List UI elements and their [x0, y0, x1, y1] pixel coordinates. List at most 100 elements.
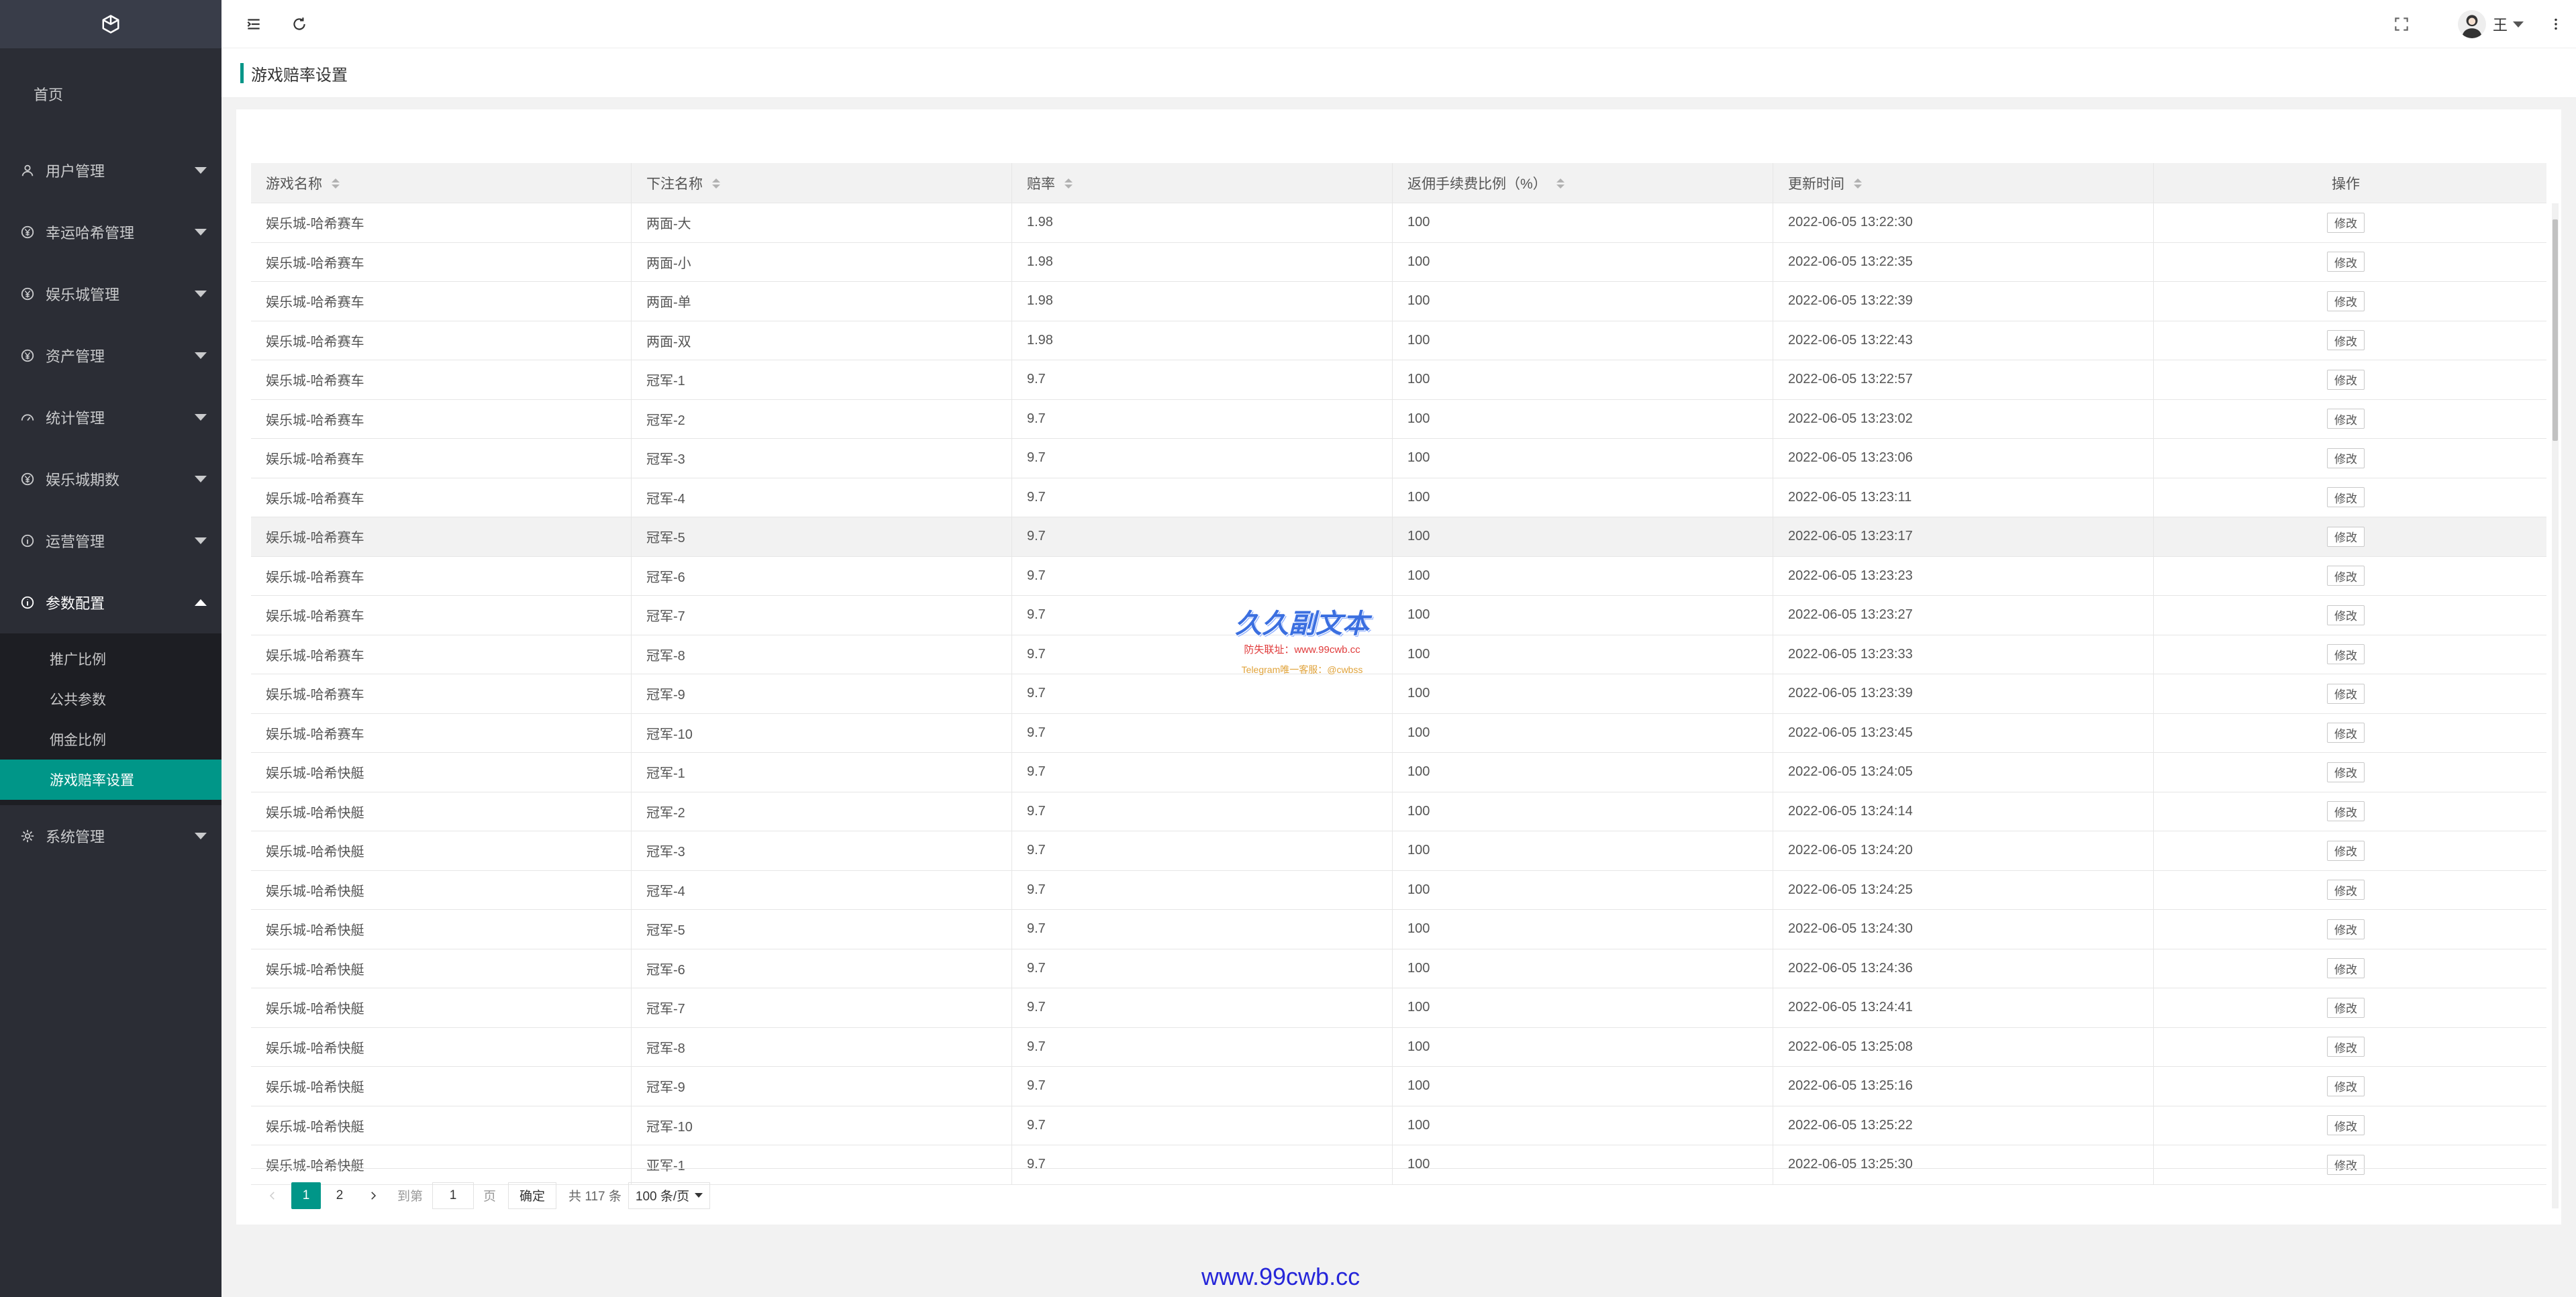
edit-button[interactable]: 修改 [2327, 369, 2365, 390]
edit-button[interactable]: 修改 [2327, 605, 2365, 625]
table-cell: 9.7 [1012, 439, 1393, 478]
sidebar-item-4[interactable]: 统计管理 [0, 386, 221, 448]
more-button[interactable] [2536, 0, 2576, 48]
sidebar-item-home[interactable]: 首页 [0, 48, 221, 140]
sort-icon[interactable] [1556, 178, 1565, 189]
prev-page-button[interactable] [258, 1182, 287, 1209]
sidebar-item-2[interactable]: 娱乐城管理 [0, 263, 221, 325]
column-header-2[interactable]: 赔率 [1012, 163, 1393, 203]
sidebar-item-label: 参数配置 [46, 595, 105, 612]
sort-icon[interactable] [1854, 178, 1862, 189]
refresh-button[interactable] [279, 0, 319, 48]
table-cell: 2022-06-05 13:24:25 [1773, 870, 2154, 909]
table-cell: 娱乐城-哈希赛车 [251, 556, 632, 595]
table-row: 娱乐城-哈希赛车 冠军-1 9.7 100 2022-06-05 13:22:57 修改 [251, 360, 2546, 400]
edit-button[interactable]: 修改 [2327, 723, 2365, 743]
chevron-down-icon [195, 229, 207, 236]
sidebar-item-5[interactable]: 娱乐城期数 [0, 448, 221, 510]
sort-icon[interactable] [712, 178, 720, 189]
edit-button[interactable]: 修改 [2327, 880, 2365, 900]
table-cell: 2022-06-05 13:23:11 [1773, 478, 2154, 517]
edit-button[interactable]: 修改 [2327, 409, 2365, 429]
table-cell: 娱乐城-哈希赛车 [251, 635, 632, 674]
action-cell: 修改 [2154, 517, 2538, 556]
table-row: 娱乐城-哈希快艇 冠军-8 9.7 100 2022-06-05 13:25:08 修改 [251, 1027, 2546, 1067]
table-body[interactable]: 娱乐城-哈希赛车 两面-大 1.98 100 2022-06-05 13:22:30 修改… [251, 203, 2546, 1208]
submenu-item-0[interactable]: 推广比例 [0, 639, 221, 679]
action-cell: 修改 [2154, 831, 2538, 870]
chevron-right-icon [371, 1191, 377, 1200]
table-cell: 9.7 [1012, 517, 1393, 556]
edit-button[interactable]: 修改 [2327, 566, 2365, 586]
table-cell: 娱乐城-哈希赛车 [251, 399, 632, 438]
sidebar-item-3[interactable]: 资产管理 [0, 325, 221, 386]
table-row: 娱乐城-哈希快艇 冠军-10 9.7 100 2022-06-05 13:25:22 修改 [251, 1106, 2546, 1145]
edit-button[interactable]: 修改 [2327, 958, 2365, 979]
submenu: 推广比例 公共参数 佣金比例 游戏赔率设置 [0, 633, 221, 805]
table-cell: 娱乐城-哈希快艇 [251, 870, 632, 909]
sort-icon[interactable] [1064, 178, 1073, 189]
edit-button[interactable]: 修改 [2327, 252, 2365, 272]
scrollbar-thumb[interactable] [2553, 219, 2558, 441]
page-button-2[interactable]: 2 [325, 1182, 354, 1209]
page-button-1[interactable]: 1 [291, 1182, 321, 1209]
goto-confirm-button[interactable]: 确定 [508, 1182, 557, 1209]
table-cell: 9.7 [1012, 1106, 1393, 1145]
next-page-button[interactable] [358, 1182, 388, 1209]
table-cell: 娱乐城-哈希赛车 [251, 321, 632, 360]
submenu-item-2[interactable]: 佣金比例 [0, 719, 221, 760]
action-cell: 修改 [2154, 635, 2538, 674]
edit-button[interactable]: 修改 [2327, 526, 2365, 547]
action-cell: 修改 [2154, 360, 2538, 399]
edit-button[interactable]: 修改 [2327, 997, 2365, 1018]
page-size-value: 100 条/页 [635, 1190, 690, 1204]
submenu-item-3[interactable]: 游戏赔率设置 [0, 760, 221, 800]
edit-button[interactable]: 修改 [2327, 644, 2365, 665]
column-header-label: 下注名称 [646, 176, 703, 192]
table-cell: 2022-06-05 13:22:39 [1773, 282, 2154, 321]
edit-button[interactable]: 修改 [2327, 801, 2365, 822]
table-cell: 100 [1393, 399, 1773, 438]
table-cell: 娱乐城-哈希赛车 [251, 203, 632, 242]
user-menu[interactable]: 王 [2457, 0, 2524, 48]
edit-button[interactable]: 修改 [2327, 330, 2365, 351]
table-cell: 2022-06-05 13:23:39 [1773, 674, 2154, 713]
edit-button[interactable]: 修改 [2327, 1115, 2365, 1136]
edit-button[interactable]: 修改 [2327, 487, 2365, 508]
sort-icon[interactable] [332, 178, 340, 189]
sidebar-item-0[interactable]: 用户管理 [0, 140, 221, 201]
column-header-3[interactable]: 返佣手续费比例（%） [1393, 163, 1773, 203]
column-header-0[interactable]: 游戏名称 [251, 163, 632, 203]
logo[interactable] [0, 0, 221, 48]
table-scrollbar[interactable] [2552, 203, 2559, 1208]
table-cell: 100 [1393, 753, 1773, 792]
edit-button[interactable]: 修改 [2327, 762, 2365, 782]
edit-button[interactable]: 修改 [2327, 1076, 2365, 1096]
edit-button[interactable]: 修改 [2327, 1037, 2365, 1057]
column-header-1[interactable]: 下注名称 [632, 163, 1012, 203]
sidebar-item-7[interactable]: 参数配置 [0, 572, 221, 633]
table-cell: 100 [1393, 1027, 1773, 1066]
goto-page-input[interactable]: 1 [432, 1182, 475, 1209]
edit-button[interactable]: 修改 [2327, 212, 2365, 233]
action-cell: 修改 [2154, 400, 2538, 439]
edit-button[interactable]: 修改 [2327, 448, 2365, 468]
fullscreen-button[interactable] [2381, 0, 2422, 48]
column-header-4[interactable]: 更新时间 [1773, 163, 2154, 203]
table-cell: 冠军-1 [632, 753, 1012, 792]
page-size-select[interactable]: 100 条/页 [628, 1182, 711, 1209]
toggle-sidebar-button[interactable] [234, 0, 274, 48]
sidebar-item-1[interactable]: 幸运哈希管理 [0, 201, 221, 263]
action-cell: 修改 [2154, 949, 2538, 988]
edit-button[interactable]: 修改 [2327, 919, 2365, 939]
sidebar-item-system[interactable]: 系统管理 [0, 805, 221, 867]
action-cell: 修改 [2154, 910, 2538, 949]
action-cell: 修改 [2154, 1067, 2538, 1106]
table-cell: 100 [1393, 1067, 1773, 1106]
submenu-item-1[interactable]: 公共参数 [0, 679, 221, 719]
edit-button[interactable]: 修改 [2327, 840, 2365, 861]
edit-button[interactable]: 修改 [2327, 291, 2365, 311]
sidebar-item-6[interactable]: 运营管理 [0, 510, 221, 572]
edit-button[interactable]: 修改 [2327, 683, 2365, 704]
table-row: 娱乐城-哈希赛车 冠军-4 9.7 100 2022-06-05 13:23:11 修改 [251, 478, 2546, 517]
